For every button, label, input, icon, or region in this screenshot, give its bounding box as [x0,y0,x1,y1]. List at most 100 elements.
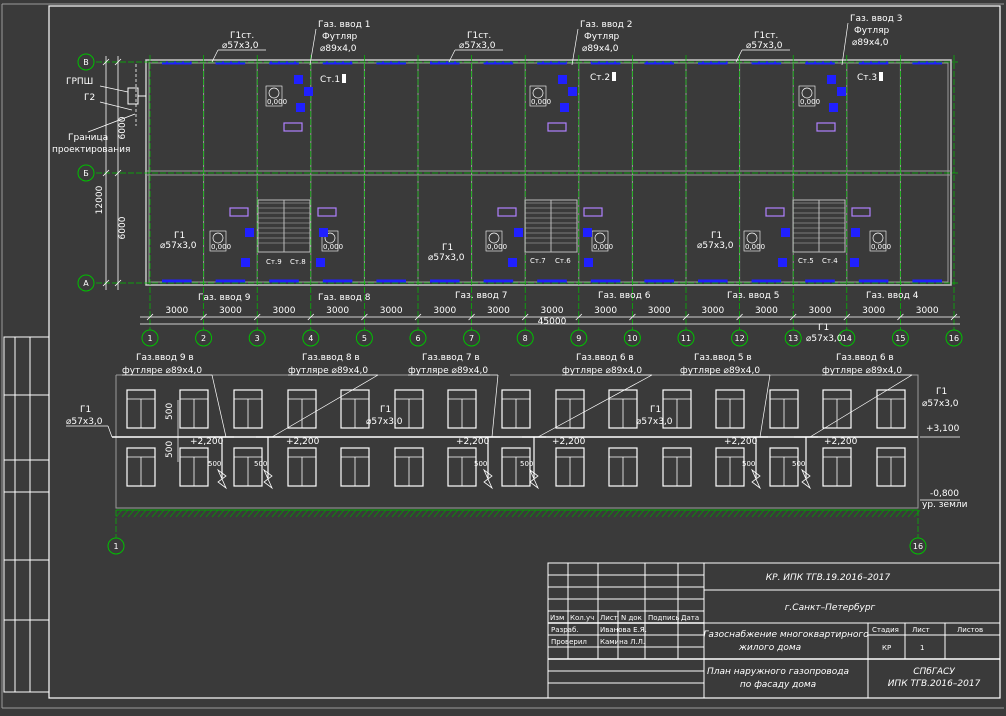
col-axis-label: 1 [147,334,152,343]
facade-input-title: Газ.ввод 5 в [694,353,752,363]
gas-input-label: Газ. ввод 8 [318,293,371,303]
span-dim: 3000 [809,306,832,316]
sheet-head: Лист [912,626,930,634]
riser-label: Ст.5 [798,257,814,265]
gas-device [316,258,325,267]
gas-input-label: Газ. ввод 1 [318,20,370,30]
g2-label: Г2 [84,93,95,103]
gas-device [304,87,313,96]
drawing-title-1: План наружного газопровода [707,667,849,677]
stove-label: 0,000 [267,98,287,106]
riser-label: Ст.6 [555,257,571,265]
g1-label: Г1 [442,243,453,253]
riser-label: Ст.7 [530,257,546,265]
org-name: СПбГАСУ [913,667,955,677]
border-label-1: Граница [68,133,108,143]
elevation-top: +3,100 [926,424,960,434]
elevation-label: +2,200 [456,437,490,447]
row-axis-label: В [83,58,89,67]
span-dim: 3000 [594,306,617,316]
riser-label: Ст.2 [590,73,610,83]
gas-device [837,87,846,96]
gas-device [781,228,790,237]
span-dim: 3000 [219,306,242,316]
span-dim: 3000 [862,306,885,316]
drawing-canvas: 0,000 0,000 0,000 0,000 0,000 0,000 0,000 0,000… [0,0,1006,712]
pipe-dim-label: ⌀57х3,0 [66,417,103,427]
row-axis-label: А [83,279,89,288]
stage-value: КР [882,644,891,652]
casing-label: Футляр [584,32,619,42]
valve-label: 500 [792,460,805,468]
vert-dim-total: 12000 [95,185,105,214]
col-axis-label: 5 [362,334,367,343]
org-code: ИПК ТГВ.2016–2017 [888,679,981,689]
developer-name: Иванова Е.Я. [600,626,647,634]
facade-axis-label: 1 [113,542,118,551]
project-title-2: жилого дома [738,643,801,653]
riser-label: Ст.8 [290,258,306,266]
col-kol: Кол.уч [570,614,594,622]
col-list: Лист [600,614,618,622]
casing-label: Футляр [322,32,357,42]
riser-label: Ст.4 [822,257,838,265]
stove-label: 0,000 [531,98,551,106]
g1-label: Г1 [711,231,722,241]
col-axis-label: 7 [469,334,474,343]
gas-input-label: Газ. ввод 6 [598,291,651,301]
valve-label: 500 [208,460,221,468]
facade-input-sub: футляре ⌀89х4,0 [288,366,368,376]
col-ndok: N док [621,614,642,622]
col-axis-label: 3 [255,334,260,343]
span-dim: 3000 [916,306,939,316]
col-axis-label: 16 [949,334,959,343]
stage-head: Стадия [872,626,899,634]
g1-label: Г1 [818,323,829,333]
valve-label: 500 [742,460,755,468]
gas-input-label: Газ. ввод 4 [866,291,919,301]
valve-label: 500 [254,460,267,468]
gas-device [583,228,592,237]
gas-device [558,75,567,84]
drawing-sheet: 0,000 0,000 0,000 0,000 0,000 0,000 0,000 0,000… [0,0,1006,712]
gas-device [508,258,517,267]
g1st-label: Г1ст. [230,31,254,41]
span-dim: 3000 [648,306,671,316]
col-axis-label: 10 [627,334,637,343]
vert-dim-2: 6000 [118,216,128,239]
gas-device [296,103,305,112]
gas-device [568,87,577,96]
facade-input-title: Газ.ввод 6 в [576,353,634,363]
col-podpis: Подпись [648,614,680,622]
casing-dim-label: ⌀89х4,0 [852,38,889,48]
project-title-1: Газоснабжение многоквартирного [703,630,869,640]
gas-device [514,228,523,237]
pipe-dim-label: ⌀57х3,0 [746,41,783,51]
stove-label: 0,000 [745,243,765,251]
pipe-dim-label: ⌀57х3,0 [806,334,843,344]
g1-label: Г1 [936,387,947,397]
gas-device [245,228,254,237]
col-axis-label: 2 [201,334,206,343]
span-dim: 3000 [541,306,564,316]
span-dim: 3000 [273,306,296,316]
dim-500: 500 [165,403,175,420]
riser-label: Ст.1 [320,75,340,85]
stove-label: 0,000 [871,243,891,251]
facade-axis-label: 16 [913,542,923,551]
checker-name: Камина Л.Л. [600,638,645,646]
sheet-value: 1 [920,644,924,652]
g1st-label: Г1ст. [754,31,778,41]
g1st-label: Г1ст. [467,31,491,41]
g1-label: Г1 [650,405,661,415]
elevation-label: +2,200 [824,437,858,447]
border-label-2: проектирования [52,145,130,155]
stove-label: 0,000 [211,243,231,251]
dim-500: 500 [165,441,175,458]
gas-device [850,258,859,267]
stove-label: 0,000 [593,243,613,251]
col-axis-label: 4 [308,334,313,343]
col-izm: Изм [550,614,564,622]
col-axis-label: 15 [895,334,905,343]
span-dim: 3000 [755,306,778,316]
